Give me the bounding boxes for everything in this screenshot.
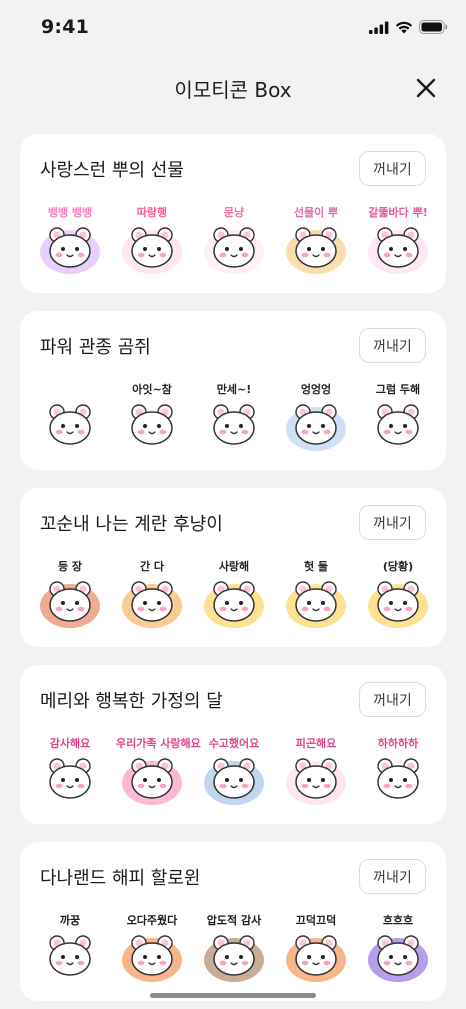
sticker-caption: 따랑행 (136, 206, 168, 219)
emoticon-pack-card[interactable]: 메리와 행복한 가정의 달 꺼내기감사해요 우리가족 사랑해요 수고했어요 피곤해요 하하… (20, 665, 446, 824)
sticker-thumbnail[interactable]: 그럼 두해 (362, 379, 434, 455)
status-time: 9:41 (41, 16, 90, 38)
sticker-caption: 압도적 감사 (206, 914, 262, 927)
sticker-caption: 선물이 뿌 (293, 206, 339, 219)
sticker-thumbnail[interactable] (34, 379, 106, 455)
take-out-button[interactable]: 꺼내기 (359, 328, 426, 363)
sticker-character-icon (40, 404, 100, 451)
sticker-caption: 하하하하 (377, 737, 419, 750)
sticker-preview-row: 까꿍 오다주웠다 압도적 감사 끄덕끄덕 흐흐흐 (34, 910, 434, 986)
emoticon-pack-card[interactable]: 꼬순내 나는 계란 후냥이 꺼내기등 장 간 다 사랑해 헛 둘 (당황) (20, 488, 446, 647)
sticker-thumbnail[interactable]: 우리가족 사랑해요 (116, 733, 201, 809)
emoticon-pack-list[interactable]: 사랑스런 뿌의 선물 꺼내기 뱅뱅 뱅뱅 따랑행 문냥 선물이 뿌 갈뚫바다 뿌! 파워 관종… (20, 134, 446, 1009)
close-icon (416, 78, 436, 98)
sticker-thumbnail[interactable]: (당황) (362, 556, 434, 632)
sticker-thumbnail[interactable]: 갈뚫바다 뿌! (362, 202, 434, 278)
sticker-thumbnail[interactable]: 헛 둘 (280, 556, 352, 632)
sticker-caption: 우리가족 사랑해요 (116, 737, 201, 750)
sticker-caption: 갈뚫바다 뿌! (368, 206, 428, 219)
pack-title: 다나랜드 해피 할로윈 (40, 868, 201, 889)
sticker-thumbnail[interactable]: 사랑해 (198, 556, 270, 632)
sticker-thumbnail[interactable]: 수고했어요 (198, 733, 270, 809)
sticker-thumbnail[interactable]: 감사해요 (34, 733, 106, 809)
sticker-caption: 피곤해요 (295, 737, 337, 750)
emoticon-pack-card[interactable]: 다나랜드 해피 할로윈 꺼내기까꿍 오다주웠다 압도적 감사 끄덕끄덕 흐흐흐 (20, 842, 446, 1001)
emoticon-pack-card[interactable]: 파워 관종 곰쥐 꺼내기아잇~참 만세~! 엉엉엉 그럼 두해 (20, 311, 446, 470)
sticker-caption: 감사해요 (49, 737, 91, 750)
take-out-button[interactable]: 꺼내기 (359, 505, 426, 540)
emoticon-pack-card[interactable]: 사랑스런 뿌의 선물 꺼내기뱅뱅 뱅뱅 따랑행 문냥 선물이 뿌 갈뚫바다 뿌! (20, 134, 446, 293)
sticker-caption: 만세~! (216, 383, 252, 396)
sticker-caption: 오다주웠다 (126, 914, 178, 927)
battery-icon (419, 20, 448, 34)
sticker-preview-row: 아잇~참 만세~! 엉엉엉 그럼 두해 (34, 379, 434, 455)
sticker-caption: 까꿍 (59, 914, 81, 927)
sticker-thumbnail[interactable]: 따랑행 (116, 202, 188, 278)
sticker-caption: 사랑해 (218, 560, 250, 573)
sticker-thumbnail[interactable]: 만세~! (198, 379, 270, 455)
sticker-thumbnail[interactable]: 뱅뱅 뱅뱅 (34, 202, 106, 278)
sticker-caption: 헛 둘 (303, 560, 329, 573)
sticker-caption: 문냥 (223, 206, 245, 219)
sticker-caption: 아잇~참 (132, 383, 172, 396)
pack-title: 메리와 행복한 가정의 달 (40, 691, 223, 712)
sticker-caption: 등 장 (57, 560, 83, 573)
sticker-thumbnail[interactable]: 아잇~참 (116, 379, 188, 455)
sticker-preview-row: 등 장 간 다 사랑해 헛 둘 (당황) (34, 556, 434, 632)
status-bar: 9:41 (0, 0, 466, 56)
sticker-caption: (당황) (382, 560, 414, 573)
sticker-caption: 그럼 두해 (375, 383, 421, 396)
sticker-thumbnail[interactable]: 흐흐흐 (362, 910, 434, 986)
page-title: 이모티콘 Box (174, 78, 292, 102)
sticker-thumbnail[interactable]: 엉엉엉 (280, 379, 352, 455)
nav-header: 이모티콘 Box (0, 66, 466, 110)
pack-title: 파워 관종 곰쥐 (40, 337, 151, 358)
sticker-thumbnail[interactable]: 까꿍 (34, 910, 106, 986)
sticker-caption: 끄덕끄덕 (295, 914, 337, 927)
sticker-thumbnail[interactable]: 압도적 감사 (198, 910, 270, 986)
pack-title: 꼬순내 나는 계란 후냥이 (40, 514, 223, 535)
sticker-thumbnail[interactable]: 문냥 (198, 202, 270, 278)
cellular-signal-icon (369, 21, 389, 34)
sticker-thumbnail[interactable]: 등 장 (34, 556, 106, 632)
sticker-caption: 수고했어요 (208, 737, 260, 750)
sticker-thumbnail[interactable]: 끄덕끄덕 (280, 910, 352, 986)
home-indicator (150, 993, 316, 998)
sticker-thumbnail[interactable]: 피곤해요 (280, 733, 352, 809)
sticker-caption: 흐흐흐 (382, 914, 414, 927)
take-out-button[interactable]: 꺼내기 (359, 151, 426, 186)
sticker-preview-row: 뱅뱅 뱅뱅 따랑행 문냥 선물이 뿌 갈뚫바다 뿌! (34, 202, 434, 278)
take-out-button[interactable]: 꺼내기 (359, 859, 426, 894)
sticker-thumbnail[interactable]: 오다주웠다 (116, 910, 188, 986)
take-out-button[interactable]: 꺼내기 (359, 682, 426, 717)
wifi-icon (395, 21, 413, 33)
sticker-caption: 뱅뱅 뱅뱅 (47, 206, 93, 219)
sticker-thumbnail[interactable]: 간 다 (116, 556, 188, 632)
sticker-thumbnail[interactable]: 선물이 뿌 (280, 202, 352, 278)
sticker-thumbnail[interactable]: 하하하하 (362, 733, 434, 809)
sticker-preview-row: 감사해요 우리가족 사랑해요 수고했어요 피곤해요 하하하하 (34, 733, 434, 809)
pack-title: 사랑스런 뿌의 선물 (40, 160, 184, 181)
status-icons (369, 20, 448, 34)
sticker-caption: 엉엉엉 (300, 383, 332, 396)
sticker-caption: 간 다 (139, 560, 165, 573)
close-button[interactable] (414, 76, 438, 100)
